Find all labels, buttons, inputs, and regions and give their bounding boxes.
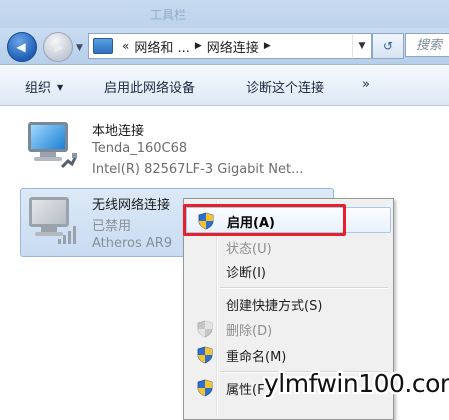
connection-item-local[interactable]: 本地连接 Tenda_160C68 Intel(R) 82567LF-3 Gig… bbox=[20, 114, 350, 182]
refresh-button[interactable]: ↺ bbox=[372, 33, 404, 59]
enable-device-button[interactable]: 启用此网络设备 bbox=[104, 77, 195, 96]
connection-adapter: Atheros AR9 bbox=[92, 236, 173, 251]
uac-shield-disabled-icon bbox=[197, 320, 213, 338]
refresh-icon: ↺ bbox=[382, 39, 394, 53]
menu-item-create-shortcut[interactable]: 创建快捷方式(S) bbox=[186, 291, 391, 317]
menu-separator bbox=[220, 287, 388, 289]
navigation-bar: ◀ ▶ ▼ « 网络和 ... ▶ 网络连接 ▶ ▼ ↺ 搜索 bbox=[0, 28, 449, 65]
connection-name: 本地连接 bbox=[92, 124, 145, 139]
title-bar: 工具栏 bbox=[0, 0, 449, 30]
breadcrumb-network-connections[interactable]: 网络连接 bbox=[207, 37, 259, 56]
network-folder-icon bbox=[93, 38, 113, 54]
menu-item-delete[interactable]: 删除(D) bbox=[186, 316, 391, 342]
more-commands-button[interactable]: » bbox=[362, 77, 370, 92]
recent-pages-dropdown[interactable]: ▼ bbox=[76, 43, 83, 53]
menu-item-label: 状态(U) bbox=[226, 242, 272, 257]
chevron-down-icon: ▼ bbox=[57, 83, 64, 92]
breadcrumb-overflow[interactable]: « bbox=[122, 39, 129, 53]
diagnose-connection-button[interactable]: 诊断这个连接 bbox=[246, 77, 324, 96]
breadcrumb-separator[interactable]: ▶ bbox=[264, 41, 271, 51]
uac-shield-icon bbox=[197, 346, 213, 364]
connection-adapter: Intel(R) 82567LF-3 Gigabit Net... bbox=[92, 162, 304, 177]
breadcrumb-separator[interactable]: ▶ bbox=[195, 41, 202, 51]
watermark-text: ylmfwin100.com bbox=[264, 369, 449, 398]
command-toolbar: 组织 ▼ 启用此网络设备 诊断这个连接 » bbox=[0, 65, 449, 106]
forward-arrow-icon: ▶ bbox=[54, 40, 64, 54]
uac-shield-icon bbox=[197, 379, 213, 397]
menu-item-label: 删除(D) bbox=[226, 324, 273, 339]
menu-item-label: 属性(F bbox=[226, 383, 265, 398]
breadcrumb-network-and-internet[interactable]: 网络和 ... bbox=[134, 37, 190, 56]
wireless-network-icon bbox=[23, 193, 83, 253]
wired-network-icon bbox=[22, 118, 82, 178]
back-button[interactable]: ◀ bbox=[7, 32, 37, 62]
menu-item-label: 创建快捷方式(S) bbox=[226, 299, 323, 314]
address-dropdown-icon[interactable]: ▼ bbox=[352, 35, 371, 57]
address-bar[interactable]: « 网络和 ... ▶ 网络连接 ▶ ▼ bbox=[88, 33, 372, 59]
menu-item-status[interactable]: 状态(U) bbox=[186, 234, 391, 260]
menu-item-diagnose[interactable]: 诊断(I) bbox=[186, 258, 391, 284]
back-arrow-icon: ◀ bbox=[16, 40, 26, 54]
forward-button[interactable]: ▶ bbox=[43, 32, 73, 62]
connection-status: Tenda_160C68 bbox=[92, 141, 188, 156]
connection-name: 无线网络连接 bbox=[92, 198, 171, 213]
connection-status: 已禁用 bbox=[92, 219, 132, 234]
organize-menu[interactable]: 组织 ▼ bbox=[25, 77, 63, 96]
highlight-annotation-box bbox=[183, 204, 346, 236]
search-input[interactable]: 搜索 bbox=[405, 33, 449, 57]
faint-window-title: 工具栏 bbox=[150, 8, 187, 22]
organize-label: 组织 bbox=[25, 81, 52, 96]
menu-item-rename[interactable]: 重命名(M) bbox=[186, 342, 391, 368]
menu-item-label: 重命名(M) bbox=[226, 350, 287, 365]
menu-item-label: 诊断(I) bbox=[226, 266, 266, 281]
